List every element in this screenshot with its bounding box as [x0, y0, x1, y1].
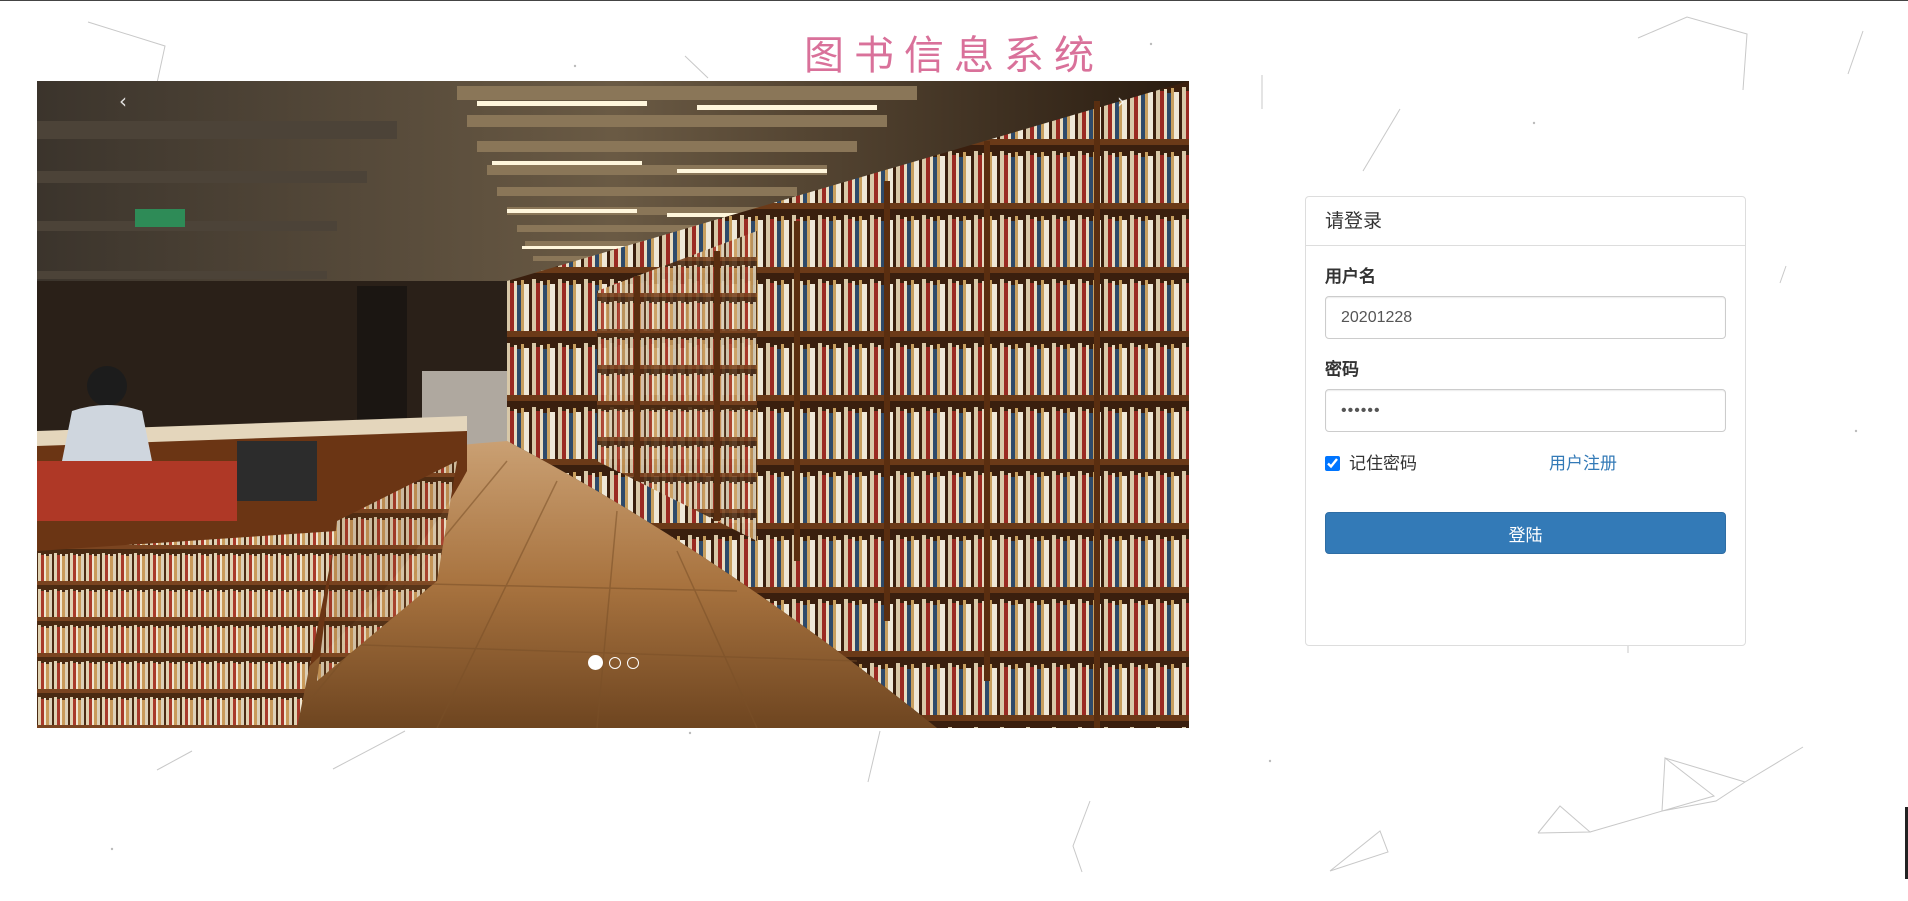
- login-page: 图书信息系统 ‹ › 请登录 用户名 20201228 密码 记住密码 用户注册…: [0, 0, 1908, 901]
- carousel-indicator-1[interactable]: [587, 655, 603, 670]
- login-panel: 请登录 用户名 密码 记住密码 用户注册 登陆: [1305, 196, 1746, 646]
- register-link[interactable]: 用户注册: [1549, 452, 1617, 476]
- password-input[interactable]: [1325, 389, 1726, 432]
- username-input[interactable]: [1325, 296, 1726, 339]
- remember-row: 记住密码 用户注册: [1325, 452, 1726, 478]
- carousel-next-button[interactable]: ›: [1101, 85, 1141, 117]
- username-label: 用户名: [1325, 267, 1376, 287]
- image-carousel[interactable]: ‹ ›: [37, 81, 1189, 728]
- login-button[interactable]: 登陆: [1325, 512, 1726, 554]
- login-panel-heading: 请登录: [1306, 197, 1745, 246]
- carousel-indicator-3[interactable]: [626, 657, 639, 669]
- carousel-prev-button[interactable]: ‹: [103, 85, 143, 117]
- password-label: 密码: [1325, 360, 1359, 380]
- carousel-slide-image: [37, 81, 1189, 728]
- carousel-indicator-2[interactable]: [608, 657, 621, 669]
- page-title: 图书信息系统: [804, 33, 1104, 79]
- remember-password-checkbox[interactable]: [1325, 456, 1340, 471]
- remember-password-label[interactable]: 记住密码: [1349, 452, 1417, 476]
- carousel-indicators: [37, 655, 1189, 670]
- login-form: 用户名 密码 记住密码 用户注册 登陆: [1306, 246, 1745, 574]
